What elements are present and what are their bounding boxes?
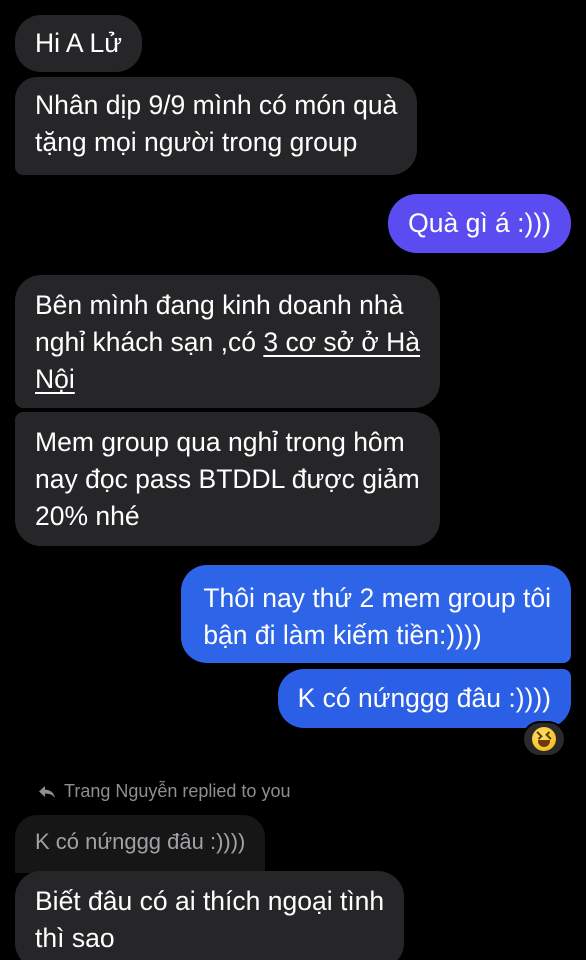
- grinning-squinting-face-icon: [532, 727, 556, 751]
- message-text: Biết đâu có ai thích ngoại tình: [35, 886, 385, 916]
- message-text: K có nứnggg đâu :)))): [297, 683, 551, 713]
- message-text: Bên mình đang kinh doanh nhà: [35, 290, 404, 320]
- reply-indicator: Trang Nguyễn replied to you: [38, 781, 290, 802]
- incoming-message[interactable]: Hi A Lử: [15, 15, 142, 72]
- message-text: tặng mọi người trong group: [35, 127, 358, 157]
- message-text: Mem group qua nghỉ trong hôm: [35, 427, 405, 457]
- chat-screen: Hi A Lử Nhân dịp 9/9 mình có món quà tặn…: [0, 0, 586, 960]
- outgoing-message[interactable]: K có nứnggg đâu :)))): [277, 669, 571, 728]
- message-text: bận đi làm kiếm tiền:)))): [203, 620, 482, 650]
- reply-label: Trang Nguyễn replied to you: [64, 781, 291, 801]
- reply-arrow-icon: [38, 785, 56, 799]
- incoming-message[interactable]: Biết đâu có ai thích ngoại tình thì sao: [15, 871, 405, 960]
- message-text: Quà gì á :))): [408, 208, 551, 238]
- quoted-message[interactable]: K có nứnggg đâu :)))): [15, 815, 266, 873]
- incoming-message[interactable]: Mem group qua nghỉ trong hôm nay đọc pas…: [15, 412, 440, 546]
- incoming-message[interactable]: Nhân dịp 9/9 mình có món quà tặng mọi ng…: [15, 77, 418, 175]
- message-text: Nhân dịp 9/9 mình có món quà: [35, 90, 398, 120]
- quoted-text: K có nứnggg đâu :)))): [35, 829, 246, 854]
- outgoing-message[interactable]: Thôi nay thứ 2 mem group tôi bận đi làm …: [181, 565, 571, 663]
- message-text: Hi A Lử: [35, 28, 122, 58]
- message-text: nay đọc pass BTDDL được giảm: [35, 464, 420, 494]
- message-text: thì sao: [35, 923, 115, 953]
- outgoing-message[interactable]: Quà gì á :))): [388, 194, 571, 253]
- address-link[interactable]: Nội: [35, 364, 75, 394]
- address-link[interactable]: 3 cơ sở ở Hà: [263, 327, 420, 357]
- message-text: Thôi nay thứ 2 mem group tôi: [203, 583, 551, 613]
- incoming-message[interactable]: Bên mình đang kinh doanh nhà nghỉ khách …: [15, 275, 441, 408]
- message-text-row: nghỉ khách sạn ,có 3 cơ sở ở Hà: [35, 324, 420, 361]
- message-text: 20% nhé: [35, 501, 140, 531]
- message-reaction[interactable]: [522, 721, 566, 757]
- message-text: nghỉ khách sạn ,có: [35, 327, 264, 357]
